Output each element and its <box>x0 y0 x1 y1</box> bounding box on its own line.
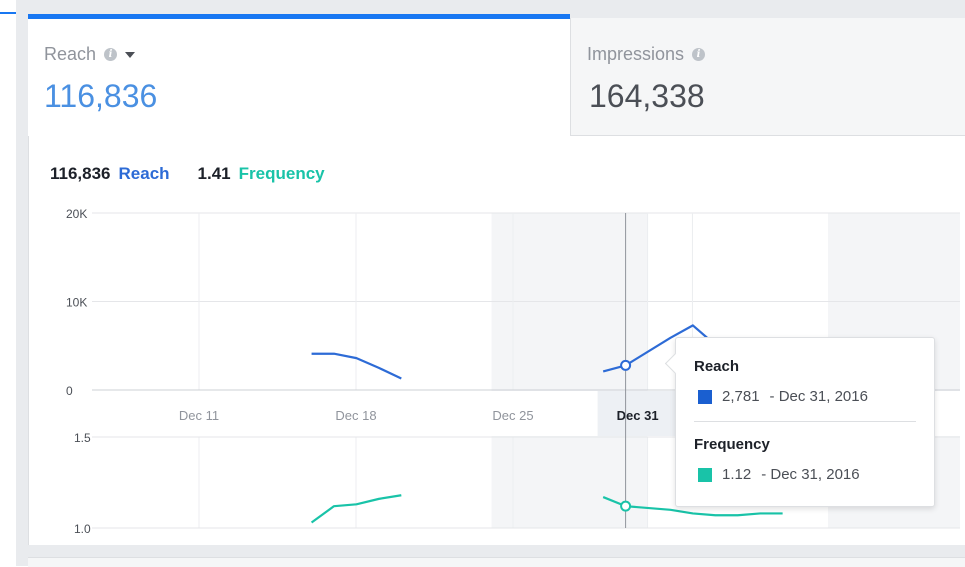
top-y-tick-label: 10K <box>66 296 87 310</box>
frequency-point <box>621 502 630 511</box>
tooltip-reach-value: 2,781 <box>722 388 760 405</box>
bottom-y-tick-label: 1.5 <box>74 431 91 445</box>
x-tick-label: Dec 25 <box>492 408 533 423</box>
bottom-strip <box>16 545 965 566</box>
reach-swatch <box>698 390 712 404</box>
x-tick-label: Dec 31 <box>617 408 659 423</box>
tooltip-frequency-row: 1.12 - Dec 31, 2016 <box>698 466 860 483</box>
reach-point <box>621 361 630 370</box>
x-tick-label: Dec 11 <box>179 408 219 423</box>
top-y-tick-label: 20K <box>66 207 87 221</box>
tooltip-reach-title: Reach <box>694 358 739 375</box>
x-tick-label: Dec 18 <box>335 408 376 423</box>
chart-tooltip: Reach 2,781 - Dec 31, 2016 Frequency 1.1… <box>675 337 935 507</box>
tooltip-frequency-title: Frequency <box>694 436 770 453</box>
tooltip-reach-row: 2,781 - Dec 31, 2016 <box>698 388 868 405</box>
frequency-swatch <box>698 468 712 482</box>
tooltip-frequency-date: - Dec 31, 2016 <box>761 466 859 483</box>
bottom-y-tick-label: 1.0 <box>74 522 91 536</box>
tooltip-divider <box>694 421 916 422</box>
tooltip-frequency-value: 1.12 <box>722 466 751 483</box>
top-y-tick-label: 0 <box>66 384 73 398</box>
tooltip-reach-date: - Dec 31, 2016 <box>770 388 868 405</box>
